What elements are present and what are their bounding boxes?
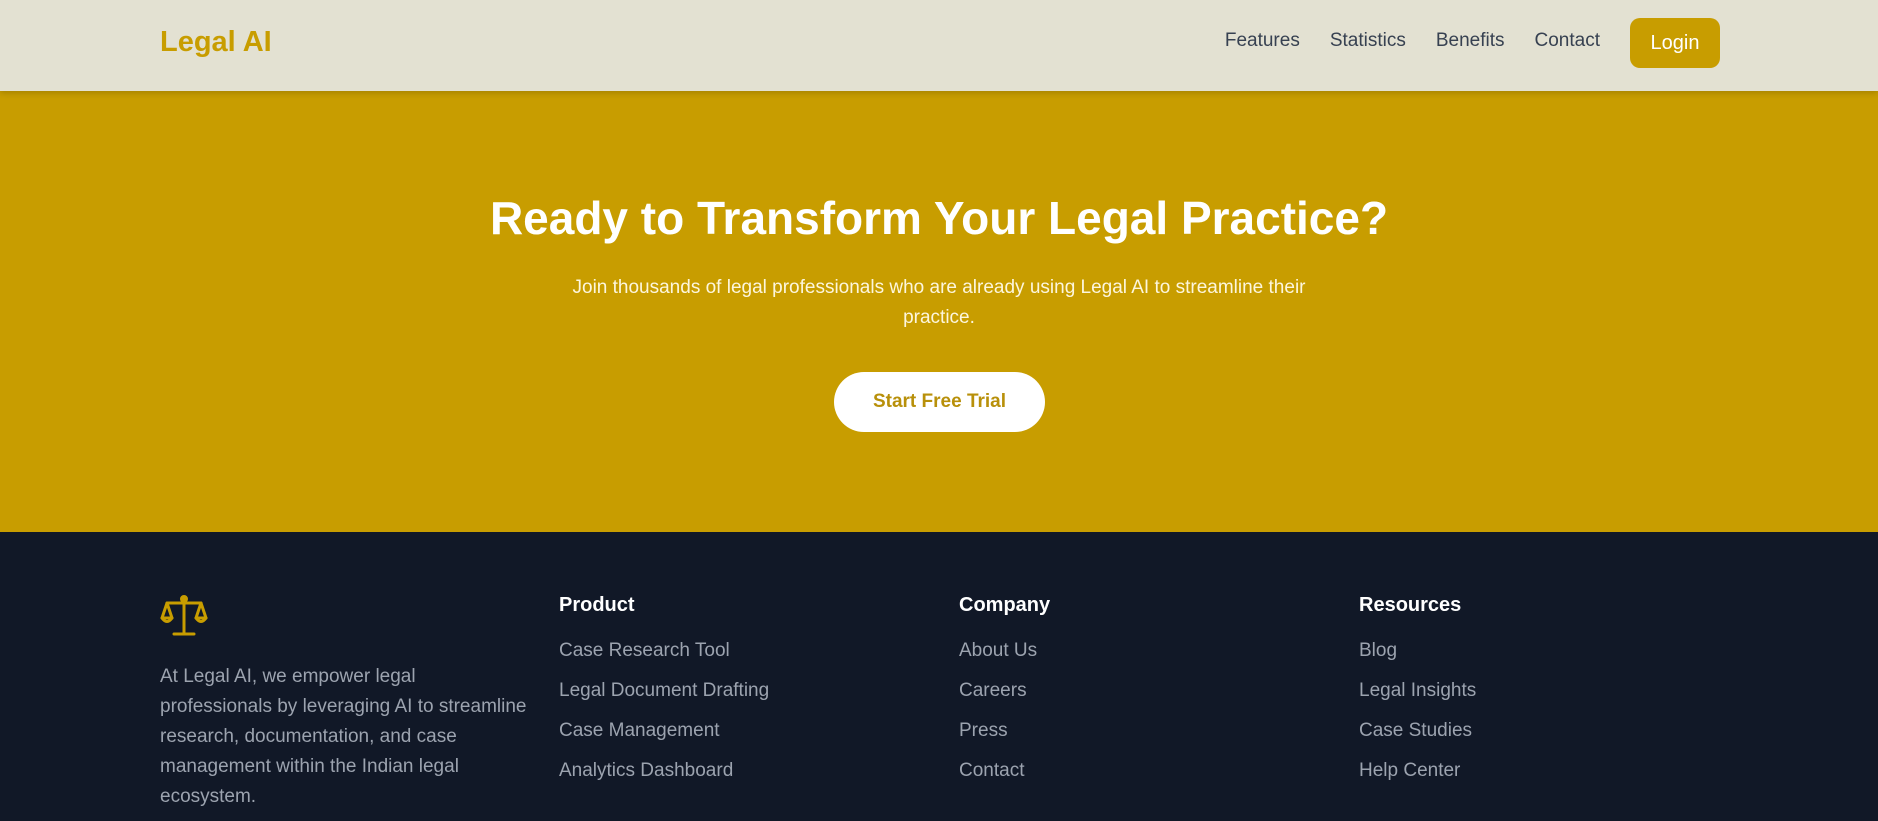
nav-link-statistics[interactable]: Statistics <box>1330 30 1406 52</box>
footer-column-resources: Resources Blog Legal Insights Case Studi… <box>1359 594 1476 797</box>
footer-column-product: Product Case Research Tool Legal Documen… <box>559 594 769 797</box>
brand-logo[interactable]: Legal AI <box>160 26 272 59</box>
hero-title: Ready to Transform Your Legal Practice? <box>489 192 1389 244</box>
hero-subtitle: Join thousands of legal professionals wh… <box>572 277 1306 328</box>
footer-link-case-management[interactable]: Case Management <box>559 717 769 757</box>
footer-heading-resources: Resources <box>1359 594 1462 616</box>
top-navbar: Legal AI Features Statistics Benefits Co… <box>0 0 1878 91</box>
footer-link-about-us[interactable]: About Us <box>959 637 1050 677</box>
login-button[interactable]: Login <box>1630 18 1720 68</box>
nav-link-features[interactable]: Features <box>1225 30 1300 52</box>
footer-link-blog[interactable]: Blog <box>1359 637 1476 677</box>
cta-banner: Ready to Transform Your Legal Practice? … <box>0 91 1878 532</box>
footer-link-case-research-tool[interactable]: Case Research Tool <box>559 637 769 677</box>
footer-link-help-center[interactable]: Help Center <box>1359 757 1476 797</box>
footer-link-analytics-dashboard[interactable]: Analytics Dashboard <box>559 757 769 797</box>
nav-link-contact[interactable]: Contact <box>1535 30 1600 52</box>
footer-heading-product: Product <box>559 594 635 616</box>
footer-link-legal-insights[interactable]: Legal Insights <box>1359 677 1476 717</box>
scale-icon <box>160 595 208 636</box>
footer-about-text: At Legal AI, we empower legal profession… <box>160 666 527 807</box>
start-free-trial-button[interactable]: Start Free Trial <box>834 372 1045 432</box>
site-footer: At Legal AI, we empower legal profession… <box>0 532 1878 821</box>
footer-heading-company: Company <box>959 594 1051 616</box>
footer-link-press[interactable]: Press <box>959 717 1050 757</box>
nav-link-benefits[interactable]: Benefits <box>1436 30 1505 52</box>
footer-link-contact[interactable]: Contact <box>959 757 1050 797</box>
main-nav: Features Statistics Benefits Contact <box>1195 30 1600 52</box>
footer-link-careers[interactable]: Careers <box>959 677 1050 717</box>
footer-link-legal-document-drafting[interactable]: Legal Document Drafting <box>559 677 769 717</box>
footer-column-company: Company About Us Careers Press Contact <box>959 594 1050 797</box>
footer-link-case-studies[interactable]: Case Studies <box>1359 717 1476 757</box>
